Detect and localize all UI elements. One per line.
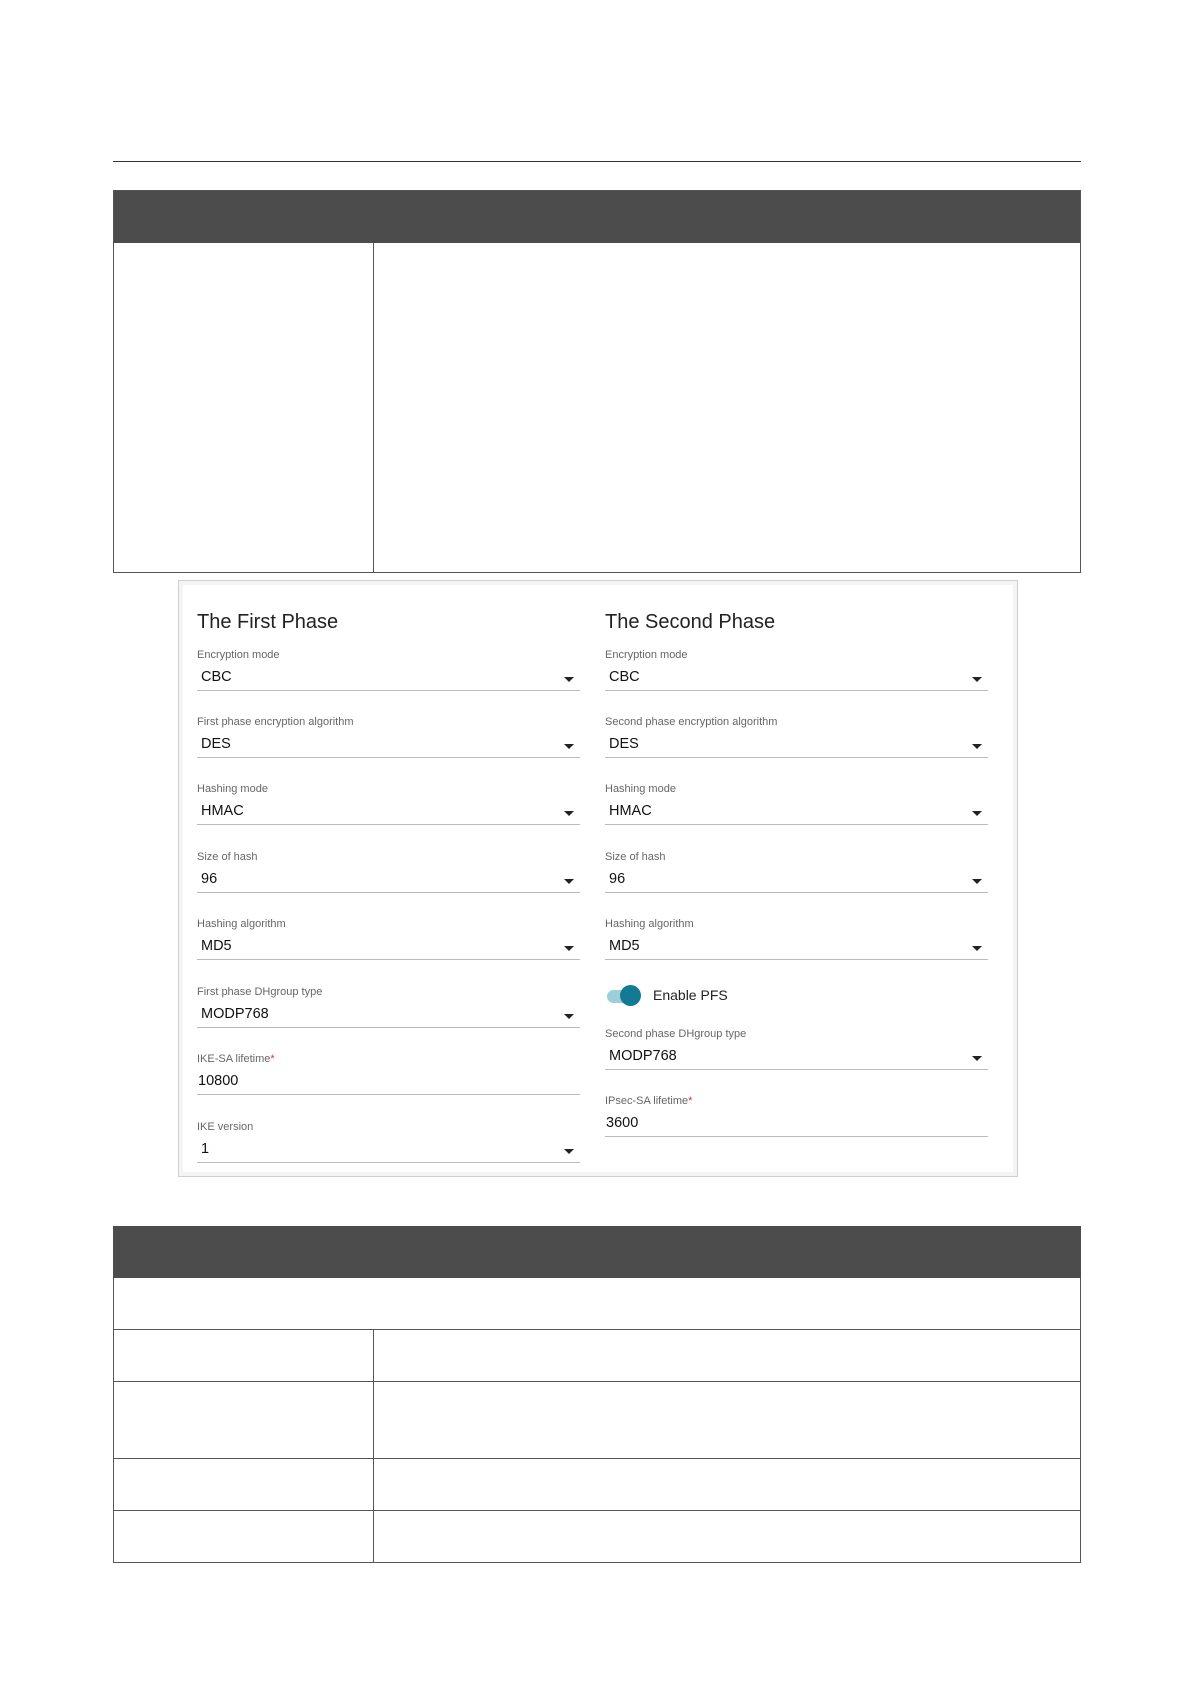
field-underline: [605, 690, 988, 691]
field-underline: [197, 1027, 580, 1028]
field-value: CBC: [609, 669, 640, 685]
description-table-top: [113, 190, 1081, 573]
field-value: 10800: [198, 1073, 239, 1089]
field-underline: [605, 1136, 988, 1137]
caret-down-icon: [972, 744, 982, 749]
field-value: 1: [201, 1141, 210, 1157]
field-label: Hashing mode: [197, 783, 268, 795]
first-phase-title: The First Phase: [197, 611, 339, 633]
caret-down-icon: [564, 1014, 574, 1019]
field-underline: [197, 690, 580, 691]
field-underline: [197, 959, 580, 960]
field-value: MD5: [609, 938, 640, 954]
field-label: First phase DHgroup type: [197, 986, 323, 998]
field-value: MODP768: [609, 1048, 677, 1064]
field-label: IPsec-SA lifetime*: [605, 1095, 693, 1107]
field-value: MODP768: [201, 1006, 269, 1022]
field-value: DES: [201, 736, 231, 752]
second-encryption-algorithm-select[interactable]: Second phase encryption algorithm DES: [605, 716, 988, 772]
field-label: Hashing mode: [605, 783, 676, 795]
field-underline: [197, 892, 580, 893]
ike-sa-lifetime-input[interactable]: IKE-SA lifetime* 10800: [197, 1053, 580, 1109]
table-header-row: [114, 191, 1080, 243]
column-divider: [373, 1330, 374, 1381]
caret-down-icon: [564, 946, 574, 951]
field-underline: [605, 1069, 988, 1070]
table-row: [113, 1459, 1081, 1511]
field-underline: [605, 959, 988, 960]
field-label: Size of hash: [605, 851, 666, 863]
field-label: Size of hash: [197, 851, 258, 863]
field-label: IKE version: [197, 1121, 254, 1133]
field-underline: [197, 1162, 580, 1163]
caret-down-icon: [972, 811, 982, 816]
caret-down-icon: [564, 677, 574, 682]
field-label: Hashing algorithm: [605, 918, 694, 930]
toggle-knob[interactable]: [620, 985, 641, 1006]
field-label: Second phase encryption algorithm: [605, 716, 778, 728]
field-value: HMAC: [201, 803, 244, 819]
caret-down-icon: [564, 744, 574, 749]
field-value: MD5: [201, 938, 232, 954]
caret-down-icon: [564, 811, 574, 816]
table-section-row: [113, 1278, 1081, 1330]
ipsec-sa-lifetime-input[interactable]: IPsec-SA lifetime* 3600: [605, 1095, 988, 1151]
field-underline: [197, 824, 580, 825]
second-size-of-hash-select[interactable]: Size of hash 96: [605, 851, 988, 907]
field-label: Hashing algorithm: [197, 918, 286, 930]
field-label: Encryption mode: [605, 649, 688, 661]
table-row: [113, 1330, 1081, 1382]
caret-down-icon: [972, 677, 982, 682]
field-underline: [605, 892, 988, 893]
page-header-rule: [113, 161, 1081, 162]
column-divider: [373, 1382, 374, 1458]
table-header-row: [113, 1226, 1081, 1278]
first-encryption-mode-select[interactable]: Encryption mode CBC: [197, 649, 580, 705]
second-phase-title: The Second Phase: [605, 611, 776, 633]
field-label: IKE-SA lifetime*: [197, 1053, 275, 1065]
column-divider: [373, 1459, 374, 1510]
caret-down-icon: [972, 879, 982, 884]
caret-down-icon: [564, 1149, 574, 1154]
field-value: 96: [201, 871, 218, 887]
table-body-row: [114, 243, 1080, 572]
required-mark: *: [688, 1095, 693, 1107]
first-hashing-algorithm-select[interactable]: Hashing algorithm MD5: [197, 918, 580, 974]
toggle-label: Enable PFS: [653, 987, 728, 1003]
second-encryption-mode-select[interactable]: Encryption mode CBC: [605, 649, 988, 705]
field-value: CBC: [201, 669, 232, 685]
field-value: HMAC: [609, 803, 652, 819]
column-divider: [373, 1511, 374, 1562]
caret-down-icon: [972, 946, 982, 951]
caret-down-icon: [972, 1056, 982, 1061]
required-mark: *: [270, 1053, 275, 1065]
second-hashing-algorithm-select[interactable]: Hashing algorithm MD5: [605, 918, 988, 974]
field-underline: [605, 757, 988, 758]
field-value: DES: [609, 736, 639, 752]
field-value: 96: [609, 871, 626, 887]
field-label: Encryption mode: [197, 649, 280, 661]
table-row: [113, 1382, 1081, 1459]
description-table-bottom: [113, 1226, 1081, 1564]
first-size-of-hash-select[interactable]: Size of hash 96: [197, 851, 580, 907]
field-value: 3600: [606, 1115, 639, 1131]
ipsec-phase-settings-panel: The First Phase Encryption mode CBC Firs…: [178, 580, 1018, 1177]
first-hashing-mode-select[interactable]: Hashing mode HMAC: [197, 783, 580, 839]
first-encryption-algorithm-select[interactable]: First phase encryption algorithm DES: [197, 716, 580, 772]
first-dhgroup-type-select[interactable]: First phase DHgroup type MODP768: [197, 986, 580, 1042]
ike-version-select[interactable]: IKE version 1: [197, 1121, 580, 1177]
enable-pfs-toggle[interactable]: Enable PFS: [605, 984, 988, 1008]
table-row: [113, 1511, 1081, 1563]
field-underline: [197, 1094, 580, 1095]
second-hashing-mode-select[interactable]: Hashing mode HMAC: [605, 783, 988, 839]
caret-down-icon: [564, 879, 574, 884]
field-underline: [605, 824, 988, 825]
second-dhgroup-type-select[interactable]: Second phase DHgroup type MODP768: [605, 1028, 988, 1084]
field-label: Second phase DHgroup type: [605, 1028, 747, 1040]
field-underline: [197, 757, 580, 758]
field-label: First phase encryption algorithm: [197, 716, 354, 728]
column-divider: [373, 243, 374, 572]
